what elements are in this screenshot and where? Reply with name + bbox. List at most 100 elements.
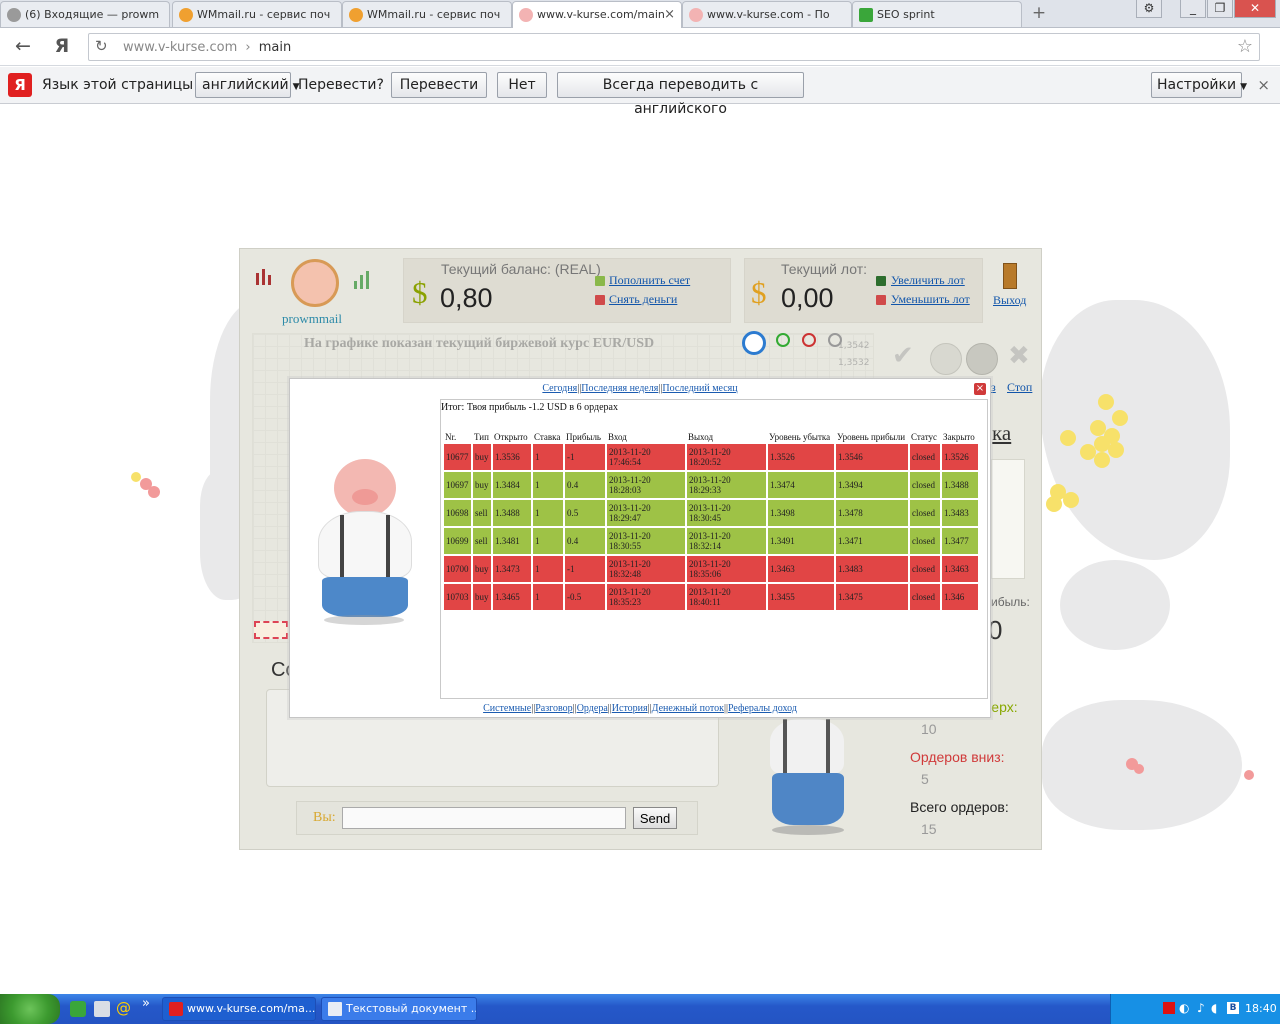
tab-v-kurse-2[interactable]: www.v-kurse.com - По	[682, 1, 852, 27]
footer-referrals-link[interactable]: Рефералы доход	[728, 703, 797, 714]
restore-button[interactable]: ❐	[1207, 0, 1233, 18]
clock[interactable]: 18:40	[1245, 1002, 1277, 1015]
address-bar[interactable]: ↻ www.v-kurse.com › main ☆	[88, 33, 1260, 61]
arrow-up-icon[interactable]	[930, 343, 962, 375]
footer-cashflow-link[interactable]: Денежный поток	[652, 703, 724, 714]
back-arrow-icon[interactable]: ←	[11, 35, 35, 59]
cancel-icon[interactable]: ✖	[1008, 341, 1030, 371]
footer-chat-link[interactable]: Разговор	[535, 703, 572, 714]
chat-send-button[interactable]: Send	[633, 807, 677, 829]
cell-profit: 0.4	[565, 528, 605, 554]
chat-input[interactable]	[342, 807, 626, 829]
language-select[interactable]: английский ▼	[195, 72, 300, 98]
column-header: Nr.	[445, 432, 457, 442]
decrease-lot-link[interactable]: Уменьшить лот	[891, 292, 970, 307]
pig-icon	[689, 8, 703, 22]
table-row[interactable]: 10697 buy 1.3484 1 0.4 2013-11-20 18:28:03 201…	[444, 472, 978, 498]
quicklaunch-app-icon[interactable]	[94, 1001, 110, 1017]
period-today-link[interactable]: Сегодня	[542, 383, 577, 394]
reload-icon[interactable]: ↻	[95, 37, 108, 55]
tab-wmmail-1[interactable]: WMmail.ru - сервис поч	[172, 1, 342, 27]
pig-mascot-image	[304, 459, 426, 629]
footer-history-link[interactable]: История	[612, 703, 648, 714]
orders-down-label: Ордеров вниз:	[910, 749, 1005, 765]
tray-volume-icon[interactable]: ♪	[1197, 1001, 1205, 1015]
cell-closed: 1.3526	[942, 444, 978, 470]
cell-closed: 1.3483	[942, 500, 978, 526]
table-row[interactable]: 10703 buy 1.3465 1 -0.5 2013-11-20 18:35:23 20…	[444, 584, 978, 610]
no-translate-button[interactable]: Нет	[497, 72, 547, 98]
footer-orders-link[interactable]: Ордера	[577, 703, 608, 714]
withdraw-link[interactable]: Снять деньги	[609, 292, 677, 307]
tab-close-icon[interactable]: ×	[664, 2, 675, 27]
door-icon[interactable]	[1003, 263, 1017, 289]
quicklaunch-utorrent-icon[interactable]	[70, 1001, 86, 1017]
tray-antivirus-icon[interactable]	[1163, 1002, 1175, 1014]
period-month-link[interactable]: Последний месяц	[662, 383, 737, 394]
minimize-button[interactable]: _	[1180, 0, 1206, 18]
pig-icon	[519, 8, 533, 22]
tray-vk-icon[interactable]: B	[1227, 1002, 1239, 1014]
translate-prompt: Язык этой страницы –	[42, 77, 205, 93]
cell-stop-loss: 1.3474	[768, 472, 834, 498]
close-window-button[interactable]: ✕	[1234, 0, 1276, 18]
new-tab-button[interactable]: +	[1028, 4, 1050, 24]
exit-link[interactable]: Выход	[993, 293, 1026, 308]
always-translate-button[interactable]: Всегда переводить с английского	[557, 72, 804, 117]
tab-v-kurse-main[interactable]: www.v-kurse.com/main ×	[512, 1, 682, 29]
period-week-link[interactable]: Последняя неделя	[581, 383, 658, 394]
section-heading-partial[interactable]: ка	[992, 421, 1011, 446]
partial-link[interactable]: з	[991, 380, 996, 395]
yandex-icon[interactable]: Я	[50, 35, 74, 59]
zoom-in-icon[interactable]	[776, 333, 790, 347]
map-marker	[148, 486, 160, 498]
bookmark-star-icon[interactable]: ☆	[1237, 36, 1253, 57]
close-dialog-icon[interactable]: ×	[974, 383, 986, 395]
stop-link[interactable]: Стоп	[1007, 380, 1032, 395]
cell-type: sell	[473, 500, 491, 526]
deposit-link[interactable]: Пополнить счет	[609, 273, 690, 288]
increase-lot-link[interactable]: Увеличить лот	[891, 273, 965, 288]
avatar[interactable]	[291, 259, 339, 307]
table-row[interactable]: 10700 buy 1.3473 1 -1 2013-11-20 18:32:48 2013…	[444, 556, 978, 582]
plus-icon	[595, 276, 605, 286]
system-tray: ◐ ♪ ◖ B 18:40	[1110, 994, 1280, 1024]
map-southeast-asia	[1060, 560, 1170, 650]
task-browser[interactable]: www.v-kurse.com/ma...	[162, 997, 316, 1021]
footer-system-link[interactable]: Системные	[483, 703, 531, 714]
task-notepad[interactable]: Текстовый документ ...	[321, 997, 477, 1021]
tray-network-icon[interactable]: ◐	[1179, 1001, 1189, 1015]
browser-settings-icon[interactable]: ⚙	[1136, 0, 1162, 18]
table-row[interactable]: 10699 sell 1.3481 1 0.4 2013-11-20 18:30:55 20…	[444, 528, 978, 554]
cell-status: closed	[910, 500, 940, 526]
quicklaunch-mail-icon[interactable]: @	[116, 999, 131, 1017]
tab-wmmail-2[interactable]: WMmail.ru - сервис поч	[342, 1, 512, 27]
username[interactable]: prowmmail	[282, 311, 342, 327]
map-marker	[1244, 770, 1254, 780]
url-host: www.v-kurse.com	[123, 40, 238, 55]
cell-open: 1.3488	[493, 500, 531, 526]
tray-speaker-icon[interactable]: ◖	[1211, 1001, 1217, 1015]
quicklaunch-more-icon[interactable]: »	[142, 996, 150, 1011]
table-row[interactable]: 10677 buy 1.3536 1 -1 2013-11-20 17:46:54 2013…	[444, 444, 978, 470]
column-header: Статус	[911, 432, 937, 442]
close-translate-icon[interactable]: ×	[1257, 76, 1270, 94]
cell-type: buy	[473, 472, 491, 498]
url-text[interactable]: www.v-kurse.com › main	[123, 40, 291, 55]
orders-total-value: 15	[921, 821, 937, 837]
cell-entry: 2013-11-20 18:28:03	[607, 472, 685, 498]
tab-inbox[interactable]: (6) Входящие — prowm	[0, 1, 170, 27]
arrow-down-icon[interactable]	[966, 343, 998, 375]
translate-settings-button[interactable]: Настройки ▼	[1151, 72, 1247, 98]
tab-label: WMmail.ru - сервис поч	[367, 8, 501, 21]
zoom-reset-icon[interactable]	[828, 333, 842, 347]
start-button[interactable]	[0, 994, 60, 1024]
table-row[interactable]: 10698 sell 1.3488 1 0.5 2013-11-20 18:29:47 20…	[444, 500, 978, 526]
url-separator: ›	[245, 40, 251, 55]
clock-icon[interactable]	[742, 331, 766, 355]
translate-button[interactable]: Перевести	[391, 72, 487, 98]
check-icon[interactable]: ✔	[892, 341, 914, 371]
zoom-out-icon[interactable]	[802, 333, 816, 347]
tab-seo-sprint[interactable]: SEO sprint	[852, 1, 1022, 27]
cell-exit: 2013-11-20 18:20:52	[687, 444, 766, 470]
